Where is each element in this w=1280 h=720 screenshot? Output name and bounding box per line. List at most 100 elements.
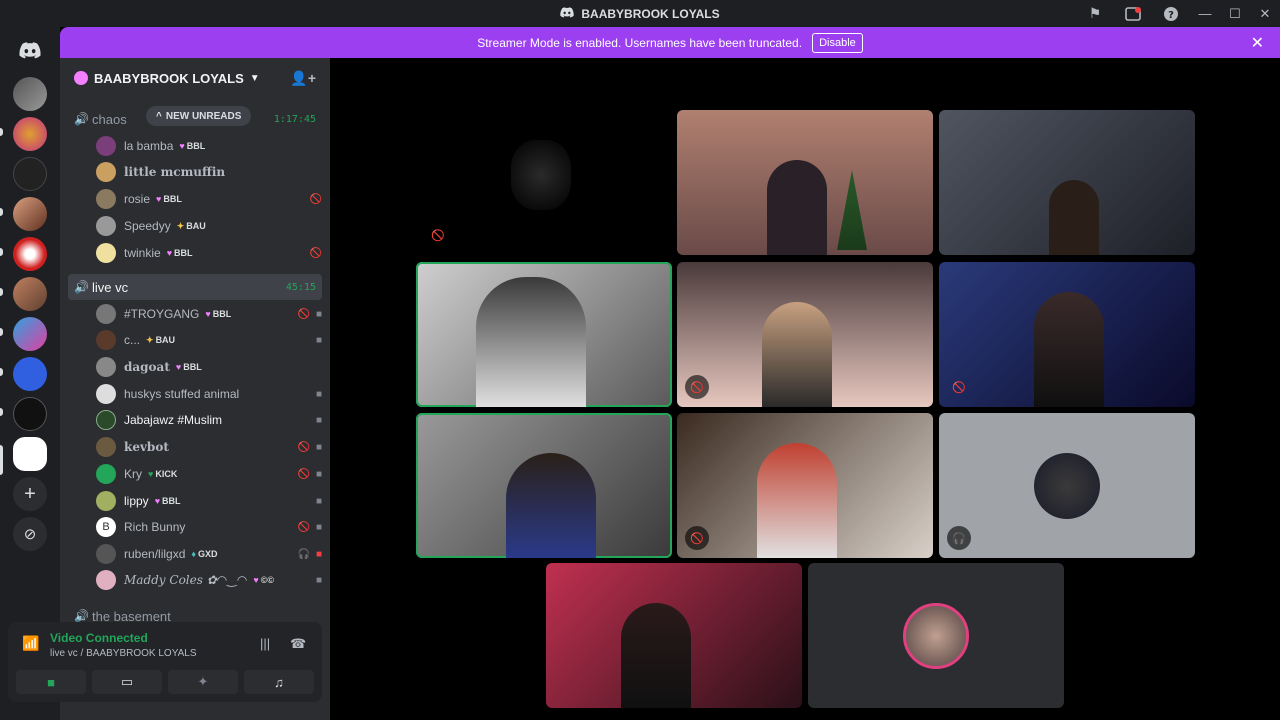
video-tile[interactable]: 🚫 bbox=[677, 413, 933, 558]
user-name: Jabajawz #Muslim bbox=[124, 413, 223, 427]
list-item[interactable]: lippy ♥ BBL ■ bbox=[96, 488, 322, 514]
list-item[interactable]: kevbot 🚫 ■ bbox=[96, 434, 322, 460]
activity-button[interactable]: ✦ bbox=[168, 670, 238, 694]
server-icon[interactable] bbox=[13, 277, 47, 311]
list-item[interactable]: B Rich Bunny 🚫 ■ bbox=[96, 514, 322, 540]
server-icon[interactable] bbox=[13, 397, 47, 431]
list-item[interactable]: Jabajawz #Muslim ■ bbox=[96, 407, 322, 433]
close-window-button[interactable]: ✕ bbox=[1250, 0, 1280, 27]
avatar bbox=[96, 464, 116, 484]
list-item[interactable]: la bamba ♥ BBL bbox=[96, 133, 322, 159]
avatar bbox=[96, 189, 116, 209]
list-item[interactable]: Kry ♥ KICK 🚫 ■ bbox=[96, 461, 322, 487]
avatar bbox=[96, 384, 116, 404]
explore-icon[interactable]: ⊘ bbox=[13, 517, 47, 551]
server-header[interactable]: BAABYBROOK LOYALS ▼ 👤+ bbox=[60, 58, 330, 98]
list-item[interactable]: Maddy Coles ✿◠‿◠ ♥ ©© ■ bbox=[96, 567, 322, 593]
channel-name: chaos bbox=[92, 111, 127, 127]
list-item[interactable]: huskys stuffed animal ■ bbox=[96, 381, 322, 407]
invite-icon[interactable]: 👤+ bbox=[290, 70, 316, 87]
video-tile[interactable]: 🚫 bbox=[416, 110, 672, 255]
inbox-icon[interactable] bbox=[1114, 0, 1152, 27]
mic-muted-icon: 🚫 bbox=[685, 375, 709, 399]
role-tag: ♥ BBL bbox=[166, 248, 193, 258]
avatar bbox=[96, 243, 116, 263]
new-unreads-button[interactable]: ^ NEW UNREADS bbox=[146, 106, 252, 126]
voice-channel-live-vc[interactable]: 🔊 live vc 45:15 bbox=[68, 274, 322, 300]
participant-video bbox=[506, 453, 596, 558]
user-name: la bamba bbox=[124, 139, 174, 153]
video-tile-speaking[interactable] bbox=[416, 262, 672, 407]
server-icon[interactable] bbox=[13, 237, 47, 271]
user-name: c... bbox=[124, 333, 141, 347]
close-banner-icon[interactable]: ✕ bbox=[1251, 33, 1264, 53]
avatar bbox=[96, 491, 116, 511]
server-icon[interactable] bbox=[13, 197, 47, 231]
participant-video bbox=[767, 160, 827, 255]
screen-share-button[interactable]: ▭ bbox=[92, 670, 162, 694]
server-icon[interactable] bbox=[13, 317, 47, 351]
server-icon[interactable] bbox=[13, 357, 47, 391]
discord-home-icon[interactable] bbox=[13, 33, 47, 67]
mic-muted-icon: 🚫 bbox=[309, 247, 322, 259]
disable-button[interactable]: Disable bbox=[812, 32, 863, 53]
voice-connection-panel: 📶 Video Connected live vc / BAABYBROOK L… bbox=[8, 622, 322, 702]
unread-pill bbox=[0, 208, 3, 216]
streamer-mode-banner: Streamer Mode is enabled. Usernames have… bbox=[60, 27, 1280, 58]
avatar bbox=[96, 544, 116, 564]
video-tile[interactable] bbox=[939, 110, 1195, 255]
selected-server-icon[interactable] bbox=[13, 437, 47, 471]
unread-pill bbox=[0, 328, 3, 336]
avatar bbox=[1034, 452, 1100, 519]
disconnect-icon[interactable]: ☎ bbox=[290, 636, 306, 652]
video-tile-speaking[interactable] bbox=[416, 413, 672, 558]
noise-suppression-icon[interactable]: ||| bbox=[260, 636, 270, 651]
list-item[interactable]: dagoat ♥ BBL bbox=[96, 354, 322, 380]
voice-status[interactable]: Video Connected bbox=[50, 631, 148, 645]
video-tile[interactable]: 🚫 bbox=[677, 262, 933, 407]
selected-pill bbox=[0, 445, 3, 475]
flag-icon[interactable]: ⚑ bbox=[1076, 0, 1114, 27]
server-name: BAABYBROOK LOYALS bbox=[94, 70, 244, 86]
avatar bbox=[96, 410, 116, 430]
role-tag: ✦ BAU bbox=[146, 334, 176, 346]
list-item[interactable]: ruben/lilgxd ♦ GXD 🎧 ■ bbox=[96, 541, 322, 567]
maximize-button[interactable]: ☐ bbox=[1220, 0, 1250, 27]
voice-location[interactable]: live vc / BAABYBROOK LOYALS bbox=[50, 648, 197, 659]
avatar bbox=[96, 330, 116, 350]
list-item[interactable]: #TROYGANG ♥ BBL 🚫 ■ bbox=[96, 301, 322, 327]
list-item[interactable]: rosie ♥ BBL 🚫 bbox=[96, 186, 322, 212]
video-tile[interactable] bbox=[808, 563, 1064, 708]
minimize-button[interactable]: — bbox=[1190, 0, 1220, 27]
list-item[interactable]: Speedyy ✦ BAU bbox=[96, 213, 322, 239]
server-icon[interactable] bbox=[13, 157, 47, 191]
user-name: #TROYGANG bbox=[124, 307, 200, 321]
camera-icon: ■ bbox=[315, 388, 322, 400]
avatar bbox=[96, 437, 116, 457]
list-item[interactable]: twinkie ♥ BBL 🚫 bbox=[96, 240, 322, 266]
server-icon[interactable] bbox=[13, 77, 47, 111]
title-bar: BAABYBROOK LOYALS ⚑ ? — ☐ ✕ bbox=[0, 0, 1280, 27]
deafened-icon: 🎧 bbox=[297, 548, 310, 560]
avatar bbox=[96, 570, 116, 590]
deafened-icon: 🎧 bbox=[947, 526, 971, 550]
list-item[interactable]: little mcmuffin bbox=[96, 159, 322, 185]
channel-name: live vc bbox=[92, 279, 129, 295]
participant-video bbox=[1034, 292, 1104, 407]
avatar bbox=[96, 216, 116, 236]
add-server-icon[interactable]: + bbox=[13, 477, 47, 511]
participant-video bbox=[757, 443, 837, 558]
list-item[interactable]: c... ✦ BAU ■ bbox=[96, 327, 322, 353]
help-icon[interactable]: ? bbox=[1152, 0, 1190, 27]
video-tile[interactable]: 🚫 bbox=[939, 262, 1195, 407]
camera-button[interactable]: ■ bbox=[16, 670, 86, 694]
server-icon[interactable] bbox=[13, 117, 47, 151]
role-tag: ♥ BBL bbox=[179, 141, 206, 151]
mic-muted-icon: 🚫 bbox=[431, 229, 445, 242]
speaker-icon: 🔊 bbox=[74, 280, 89, 294]
video-tile[interactable] bbox=[546, 563, 802, 708]
soundboard-button[interactable]: ♫ bbox=[244, 670, 314, 694]
video-tile[interactable] bbox=[677, 110, 933, 255]
user-name: ruben/lilgxd bbox=[124, 547, 186, 561]
video-tile[interactable]: 🎧 bbox=[939, 413, 1195, 558]
